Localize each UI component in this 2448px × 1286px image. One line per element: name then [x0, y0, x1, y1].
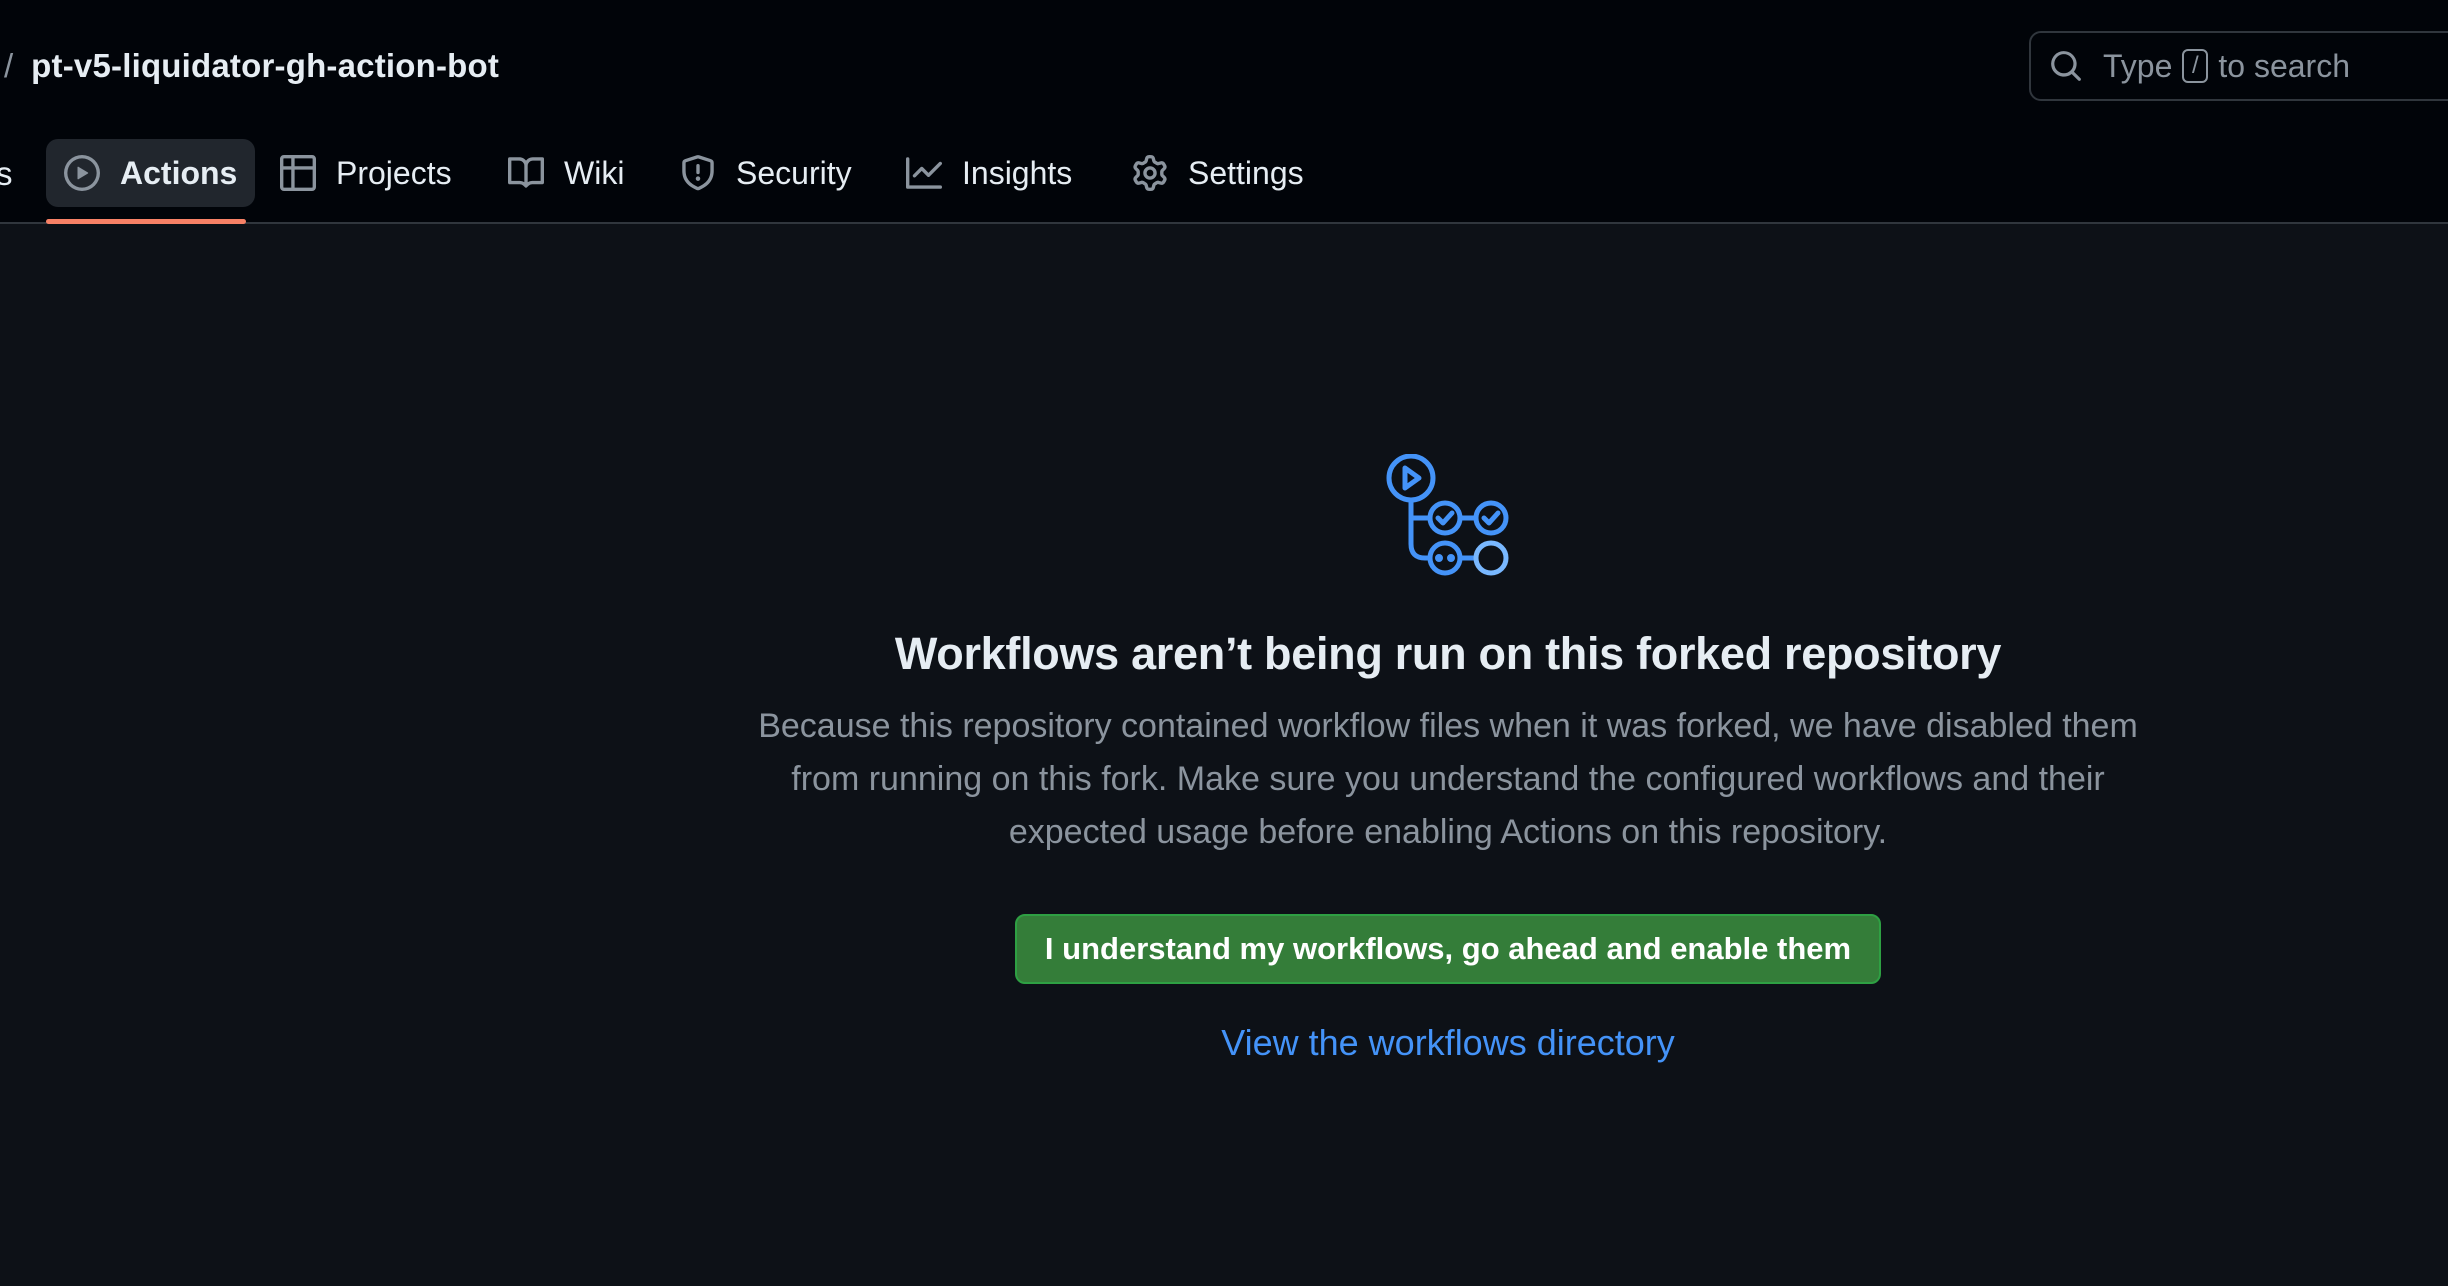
tab-label: Wiki: [564, 154, 625, 191]
description-line: expected usage before enabling Actions o…: [1008, 813, 1888, 851]
shield-icon: [682, 155, 714, 191]
tab-truncated[interactable]: s: [0, 155, 13, 193]
tab-wiki[interactable]: Wiki: [490, 139, 642, 207]
tab-label: Actions: [120, 154, 238, 191]
tab-label: Settings: [1188, 154, 1304, 191]
search-placeholder-suffix: to search: [2218, 47, 2350, 84]
table-icon: [280, 155, 316, 191]
breadcrumb: / pt-v5-liquidator-gh-action-bot: [4, 44, 499, 88]
enable-workflows-button[interactable]: I understand my workflows, go ahead and …: [1015, 914, 1881, 984]
description-line: Because this repository contained workfl…: [758, 707, 2138, 745]
workflow-icon: [1386, 454, 1509, 576]
play-icon: [64, 155, 100, 191]
tab-insights[interactable]: Insights: [888, 139, 1090, 207]
tab-label: Insights: [962, 154, 1073, 191]
tab-actions[interactable]: Actions: [46, 139, 256, 207]
breadcrumb-separator: /: [4, 47, 14, 84]
graph-icon: [906, 157, 942, 189]
search-shortcut-key: /: [2182, 49, 2209, 83]
search-placeholder-prefix: Type: [2103, 47, 2173, 84]
tab-settings[interactable]: Settings: [1114, 139, 1322, 207]
search-input[interactable]: Type / to search: [2029, 31, 2448, 101]
tab-security[interactable]: Security: [662, 139, 870, 207]
app-header: / pt-v5-liquidator-gh-action-bot Type / …: [0, 0, 2448, 224]
gear-icon: [1133, 155, 1167, 191]
search-icon: [2051, 51, 2081, 81]
description-line: from running on this fork. Make sure you…: [791, 760, 2105, 798]
tab-label: Security: [736, 154, 852, 191]
book-icon: [508, 157, 544, 188]
blankslate-title: Workflows aren’t being run on this forke…: [894, 628, 2002, 679]
view-workflows-directory-link[interactable]: View the workflows directory: [700, 1022, 2196, 1064]
blankslate-description: Because this repository contained workfl…: [700, 700, 2196, 859]
tab-label: Projects: [336, 154, 452, 191]
tab-projects[interactable]: Projects: [262, 139, 470, 207]
repo-name-link[interactable]: pt-v5-liquidator-gh-action-bot: [31, 47, 499, 85]
active-tab-indicator: [46, 219, 246, 224]
